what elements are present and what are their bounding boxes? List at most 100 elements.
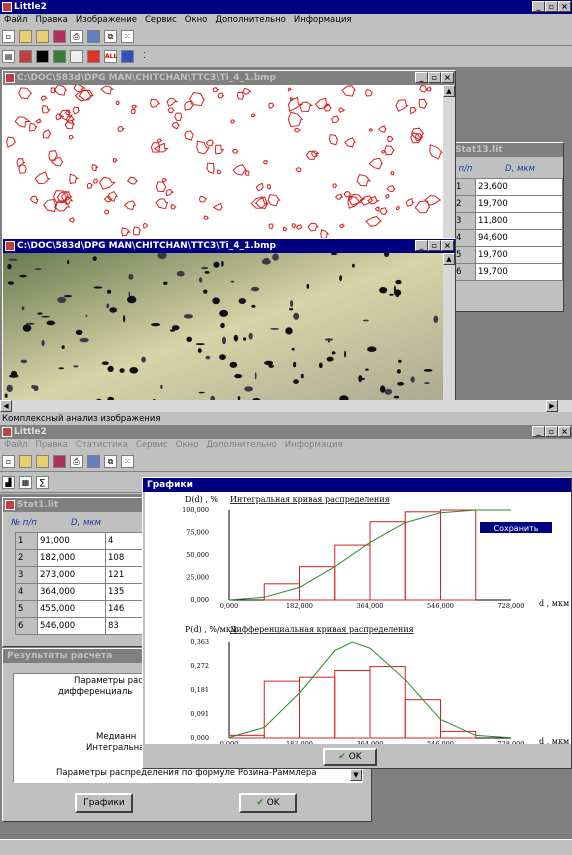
blur-icon[interactable] (70, 50, 83, 63)
menu-item[interactable]: Дополнительно (206, 440, 277, 450)
menu-item[interactable]: Сервис (145, 15, 177, 25)
menu-item[interactable]: Информация (285, 440, 343, 450)
menu-item[interactable]: Сервис (136, 440, 168, 450)
table-row[interactable]: 6 546,000 83 (15, 617, 149, 635)
b-chart-icon[interactable]: ▟ (2, 476, 15, 489)
image-minimize-button[interactable]: _ (415, 72, 428, 83)
table-row[interactable]: 1 23,600 (453, 177, 563, 196)
pattern-icon[interactable] (87, 50, 100, 63)
image-maximize-button[interactable]: ▫ (428, 72, 441, 83)
b-open2-icon[interactable] (36, 455, 49, 468)
particle-contour (100, 85, 115, 95)
open-folder-icon[interactable] (19, 30, 32, 43)
b-copy-icon[interactable]: ⧉ (104, 455, 117, 468)
dots-icon[interactable]: ⁚ (138, 50, 151, 63)
chart-title: Интегральная кривая распределения (230, 495, 390, 504)
save-icon[interactable] (53, 30, 66, 43)
table-row[interactable]: 5 19,700 (453, 245, 563, 264)
b-grid-icon[interactable]: ⁙ (121, 455, 134, 468)
particle-spot (61, 345, 65, 349)
photo-scroll-up-icon[interactable]: ▲ (443, 253, 455, 265)
b-calc-icon[interactable]: ▦ (19, 476, 32, 489)
scroll-up-icon[interactable]: ▲ (443, 85, 455, 97)
filter-icon[interactable] (19, 50, 32, 63)
particle-spot (293, 312, 300, 320)
b-preview-icon[interactable] (87, 455, 100, 468)
particle-spot (233, 334, 239, 342)
chart-icon[interactable]: ▤ (2, 50, 15, 63)
menu-item[interactable]: Информация (294, 15, 352, 25)
table-row[interactable]: 2 182,000 108 (15, 549, 149, 567)
b-new-file-icon[interactable]: ▫ (2, 455, 15, 468)
particle-spot (220, 322, 225, 329)
menu-item[interactable]: Изображение (76, 15, 137, 25)
photo-minimize-button[interactable]: _ (415, 240, 428, 251)
particle-contour (69, 173, 80, 184)
scroll-left-icon[interactable]: ◀ (0, 400, 12, 412)
maximize-button[interactable]: ▫ (545, 1, 558, 12)
results-ok-button[interactable]: ✔ OK (239, 793, 297, 813)
photo-maximize-button[interactable]: ▫ (428, 240, 441, 251)
particle-contour (124, 200, 137, 210)
copy-icon[interactable]: ⧉ (104, 30, 117, 43)
particle-spot (290, 300, 294, 308)
particle-contour (266, 184, 272, 190)
menu-item[interactable]: Файл (4, 15, 27, 25)
particle-spot (106, 303, 110, 309)
menu-item[interactable]: Правка (35, 440, 67, 450)
table-row[interactable]: 1 91,000 4 (15, 532, 149, 550)
graphs-button[interactable]: Графики (75, 793, 133, 813)
bottom-maximize-button[interactable]: ▫ (545, 426, 558, 437)
table-row[interactable]: 3 11,800 (453, 211, 563, 230)
image-vscroll[interactable]: ▲ (443, 85, 455, 241)
minimize-button[interactable]: _ (532, 1, 545, 12)
b-save-icon[interactable] (53, 455, 66, 468)
menu-item[interactable]: Дополнительно (215, 15, 286, 25)
scroll-right-icon[interactable]: ▶ (546, 400, 558, 412)
menu-item[interactable]: Окно (185, 15, 208, 25)
table-row[interactable]: 3 273,000 121 (15, 566, 149, 584)
b-print-icon[interactable]: ⎙ (70, 455, 83, 468)
table-row[interactable]: 4 364,000 135 (15, 583, 149, 601)
image-close-button[interactable]: × (441, 72, 454, 83)
bottom-minimize-button[interactable]: _ (532, 426, 545, 437)
mask-icon[interactable] (36, 50, 49, 63)
b-formula-icon[interactable]: ∑ (36, 476, 49, 489)
particle-spot (151, 323, 161, 327)
photo-vscroll[interactable]: ▲ (443, 253, 455, 409)
new-file-icon[interactable]: ▫ (2, 30, 15, 43)
menu-item[interactable]: Статистика (76, 440, 128, 450)
particle-contour (231, 148, 239, 154)
print-icon[interactable]: ⎙ (70, 30, 83, 43)
save-menu-item[interactable]: Сохранить (479, 521, 553, 534)
palette-icon[interactable] (53, 50, 66, 63)
open-folder2-icon[interactable] (36, 30, 49, 43)
particle-contour (48, 150, 58, 161)
particle-spot (306, 283, 310, 289)
bottom-close-button[interactable]: × (558, 426, 571, 437)
photo-close-button[interactable]: × (441, 240, 454, 251)
particle-contour (341, 85, 357, 97)
close-button[interactable]: × (558, 1, 571, 12)
preview-icon[interactable] (87, 30, 100, 43)
graphs-ok-button[interactable]: ✔ OK (323, 748, 377, 766)
b-open-icon[interactable] (19, 455, 32, 468)
menu-item[interactable]: Файл (4, 440, 27, 450)
menu-item[interactable]: Правка (35, 15, 67, 25)
main-hscroll[interactable]: ◀ ▶ (0, 400, 572, 412)
menu-item[interactable]: Окно (176, 440, 199, 450)
table-row[interactable]: 6 19,700 (453, 262, 563, 281)
particle-spot (389, 293, 394, 296)
chart-xlabel: d , мкм (539, 599, 569, 608)
results-scroll-down-icon[interactable]: ▼ (350, 769, 362, 781)
image-window-icon (5, 73, 15, 83)
table-row[interactable]: 5 455,000 146 (15, 600, 149, 618)
grid-icon[interactable]: ⁙ (121, 30, 134, 43)
all-icon[interactable]: ALL (104, 50, 117, 63)
table-cell: 6 (15, 617, 38, 635)
x-tick-label: 364,000 (357, 602, 384, 610)
bars-icon[interactable] (121, 50, 134, 63)
particle-spot (330, 253, 338, 256)
table-row[interactable]: 4 94,600 (453, 228, 563, 247)
table-row[interactable]: 2 19,700 (453, 194, 563, 213)
